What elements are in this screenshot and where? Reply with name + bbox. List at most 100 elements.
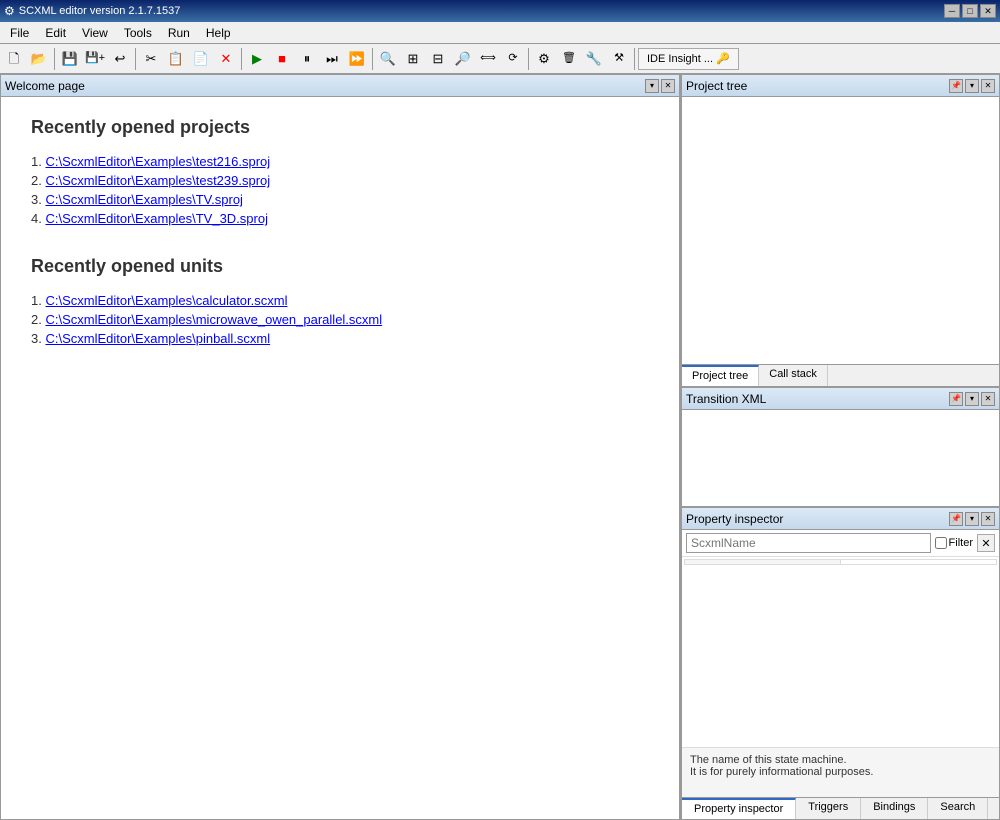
transition-xml-close-btn[interactable]: ✕ [981,392,995,406]
delete2-button[interactable]: 🗑 [557,47,581,71]
snap-button[interactable]: ⟺ [476,47,500,71]
close-button[interactable]: ✕ [980,4,996,18]
minimize-button[interactable]: ─ [944,4,960,18]
run-button[interactable]: ▶ [245,47,269,71]
property-desc-line1: The name of this state machine. [690,754,847,766]
main-layout: Welcome page ▾ ✕ Recently opened project… [0,74,1000,820]
unit-link-2[interactable]: C:\ScxmlEditor\Examples\microwave_owen_p… [45,312,382,327]
maximize-button[interactable]: □ [962,4,978,18]
transition-xml-content [682,410,999,506]
property-inspector-header-left: Property inspector [686,512,783,526]
project-tree-header-left: Project tree [686,79,747,93]
unit-link-1[interactable]: C:\ScxmlEditor\Examples\calculator.scxml [45,293,287,308]
revert-button[interactable]: ↩ [108,47,132,71]
tab-call-stack[interactable]: Call stack [759,365,828,386]
ide-insight-label: IDE Insight ... [647,53,713,65]
tab-search[interactable]: Search [928,798,988,819]
ide-insight-button[interactable]: IDE Insight ... 🔑 [638,48,739,70]
property-inspector-dropdown-btn[interactable]: ▾ [965,512,979,526]
property-description: The name of this state machine. It is fo… [682,747,999,797]
property-tree [682,557,999,747]
tab-project-tree[interactable]: Project tree [682,365,759,386]
cut-button[interactable]: ✂ [139,47,163,71]
save-all-button[interactable]: 💾+ [83,47,107,71]
paste-button[interactable]: 📄 [189,47,213,71]
recently-opened-units-heading: Recently opened units [31,256,649,277]
rotate-button[interactable]: ⟳ [501,47,525,71]
welcome-dropdown-btn[interactable]: ▾ [645,79,659,93]
property-inspector-close-btn[interactable]: ✕ [981,512,995,526]
transition-xml-panel: Transition XML 📌 ▾ ✕ [681,387,1000,507]
project-tree-pin-btn[interactable]: 📌 [949,79,963,93]
step-into-button[interactable]: ⏩ [345,47,369,71]
property-inspector-label: Property inspector [686,512,783,526]
list-item: 2. C:\ScxmlEditor\Examples\test239.sproj [31,173,649,188]
list-item: 3. C:\ScxmlEditor\Examples\TV.sproj [31,192,649,207]
project-tree-label: Project tree [686,79,747,93]
list-item: 1. C:\ScxmlEditor\Examples\test216.sproj [31,154,649,169]
menu-help[interactable]: Help [198,24,239,42]
project-link-1[interactable]: C:\ScxmlEditor\Examples\test216.sproj [45,154,270,169]
app-icon: ⚙ [4,4,15,18]
property-search-input[interactable] [686,533,931,553]
project-tree-close-btn[interactable]: ✕ [981,79,995,93]
transition-xml-label: Transition XML [686,392,766,406]
find-button[interactable]: 🔍 [376,47,400,71]
unit-link-3[interactable]: C:\ScxmlEditor\Examples\pinball.scxml [45,331,270,346]
menu-bar: File Edit View Tools Run Help [0,22,1000,44]
new-button[interactable]: 🗋 [2,47,26,71]
settings2-button[interactable]: ⚒ [607,47,631,71]
transition-xml-pin-btn[interactable]: 📌 [949,392,963,406]
project-tree-panel: Project tree 📌 ▾ ✕ Project tree Call sta… [681,74,1000,387]
layout-button[interactable]: ⊞ [401,47,425,71]
tab-triggers[interactable]: Triggers [796,798,861,819]
zoom-in-button[interactable]: 🔎 [451,47,475,71]
properties-button[interactable]: ⚙ [532,47,556,71]
copy-button[interactable]: 📋 [164,47,188,71]
project-tree-header: Project tree 📌 ▾ ✕ [682,75,999,97]
clear-search-button[interactable]: ✕ [977,534,995,552]
delete-button[interactable]: ✕ [214,47,238,71]
settings-button[interactable]: 🔧 [582,47,606,71]
menu-file[interactable]: File [2,24,37,42]
filter-checkbox[interactable] [935,537,947,549]
projects-list: 1. C:\ScxmlEditor\Examples\test216.sproj… [31,154,649,226]
app-title: SCXML editor version 2.1.7.1537 [19,5,181,17]
step-over-button[interactable]: ⏭ [320,47,344,71]
transition-xml-controls: 📌 ▾ ✕ [949,392,995,406]
left-panel: Welcome page ▾ ✕ Recently opened project… [0,74,680,820]
transition-xml-header-left: Transition XML [686,392,766,406]
property-inspector-tabs: Property inspector Triggers Bindings Sea… [682,797,999,819]
project-link-4[interactable]: C:\ScxmlEditor\Examples\TV_3D.sproj [45,211,268,226]
project-link-2[interactable]: C:\ScxmlEditor\Examples\test239.sproj [45,173,270,188]
tab-property-inspector[interactable]: Property inspector [682,798,796,819]
sep3 [241,48,242,70]
project-tree-dropdown-btn[interactable]: ▾ [965,79,979,93]
transition-xml-dropdown-btn[interactable]: ▾ [965,392,979,406]
project-tabs: Project tree Call stack [682,364,999,386]
welcome-tab: Welcome page [5,79,85,93]
sep5 [528,48,529,70]
toolbar: 🗋 📂 💾 💾+ ↩ ✂ 📋 📄 ✕ ▶ ■ ⏸ ⏭ ⏩ 🔍 ⊞ ⊟ 🔎 ⟺ ⟳… [0,44,1000,74]
tab-bindings[interactable]: Bindings [861,798,928,819]
stop-button[interactable]: ■ [270,47,294,71]
project-link-3[interactable]: C:\ScxmlEditor\Examples\TV.sproj [45,192,242,207]
save-button[interactable]: 💾 [58,47,82,71]
welcome-page-header: Welcome page ▾ ✕ [1,75,679,97]
welcome-page-tab-label: Welcome page [5,79,85,93]
property-inspector-header: Property inspector 📌 ▾ ✕ [682,508,999,530]
menu-view[interactable]: View [74,24,116,42]
property-inspector-pin-btn[interactable]: 📌 [949,512,963,526]
ide-insight-icon: 🔑 [716,52,730,65]
filter-checkbox-label: Filter [935,537,973,549]
welcome-close-btn[interactable]: ✕ [661,79,675,93]
open-button[interactable]: 📂 [27,47,51,71]
menu-edit[interactable]: Edit [37,24,74,42]
pause-button[interactable]: ⏸ [295,47,319,71]
menu-tools[interactable]: Tools [116,24,160,42]
filter-label: Filter [949,537,973,549]
grid-button[interactable]: ⊟ [426,47,450,71]
list-item: 3. C:\ScxmlEditor\Examples\pinball.scxml [31,331,649,346]
menu-run[interactable]: Run [160,24,198,42]
property-inspector-panel: Property inspector 📌 ▾ ✕ Filter ✕ [681,507,1000,820]
